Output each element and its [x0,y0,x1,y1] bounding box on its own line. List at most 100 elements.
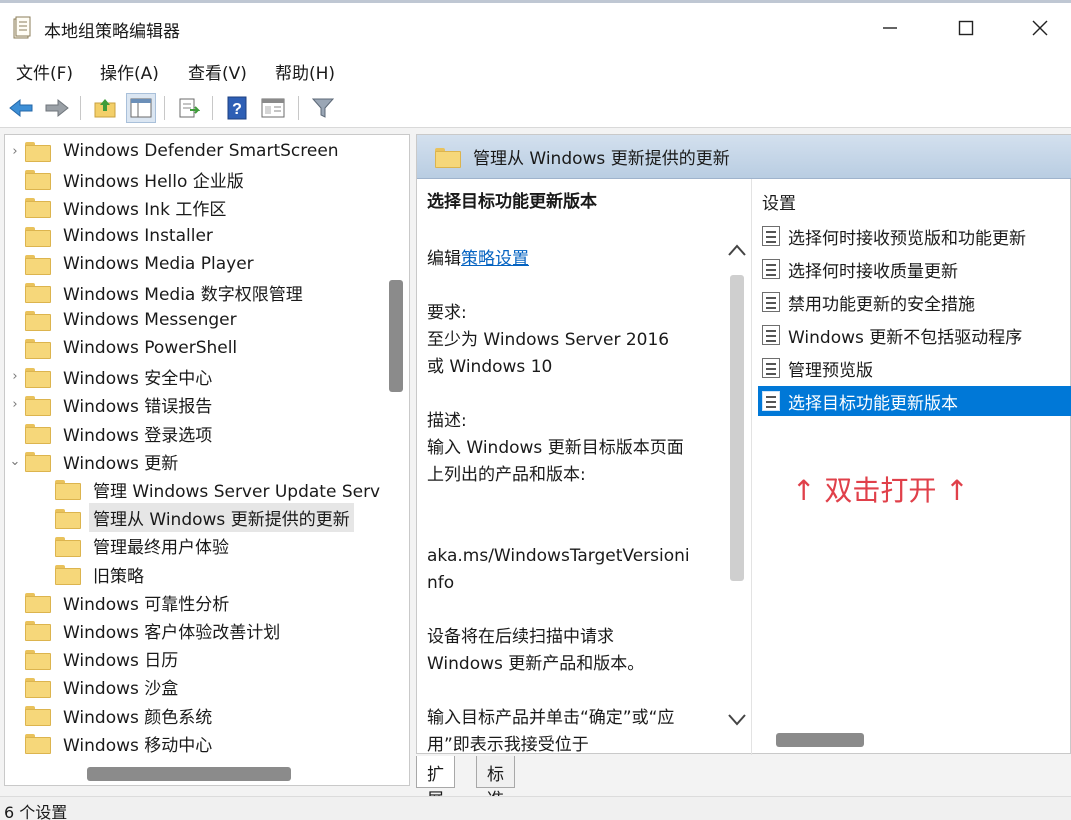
properties-icon [261,98,285,118]
tree-item[interactable]: Windows Installer [5,222,217,250]
tree-item[interactable]: Windows Media 数字权限管理 [5,278,307,306]
setting-item[interactable]: 选择何时接收质量更新 [758,254,1071,284]
forward-button[interactable] [42,93,72,123]
requirement-label: 要求: [427,303,467,323]
tree-item[interactable]: 管理最终用户体验 [35,532,233,560]
menu-action[interactable]: 操作(A) [100,59,159,84]
tree-horizontal-scrollbar[interactable] [87,767,291,781]
policy-settings-link[interactable]: 策略设置 [461,249,529,269]
policy-title: 选择目标功能更新版本 [427,192,597,212]
setting-item[interactable]: 管理预览版 [758,353,1071,383]
tree-expand-chevron-icon[interactable]: › [5,369,25,384]
help-icon: ? [227,96,247,120]
tree-item-label: Windows Messenger [63,310,237,331]
tree-item[interactable]: Windows 颜色系统 [5,701,216,729]
maximize-button[interactable] [946,13,986,43]
tree-item[interactable]: 旧策略 [35,560,148,588]
description-scroll-thumb[interactable] [730,275,744,581]
close-icon [1032,20,1048,36]
tree-item-label: Windows 更新 [63,453,179,474]
tree-item[interactable]: Windows Ink 工作区 [5,193,230,221]
description-text: 输入目标产品并单击“确定”或“应 [427,708,675,728]
folder-icon [25,142,51,162]
menu-view[interactable]: 查看(V) [188,59,247,84]
folder-icon [25,677,51,698]
folder-icon [25,283,51,303]
setting-item[interactable]: 选择何时接收预览版和功能更新 [758,221,1071,251]
folder-icon [25,339,51,360]
scroll-up-icon[interactable] [727,243,747,257]
tree-expand-chevron-icon[interactable]: › [5,397,25,412]
filter-button[interactable] [308,93,338,123]
tree-item[interactable]: 管理 Windows Server Update Serv [35,475,384,503]
tree-vertical-scrollbar[interactable] [389,280,403,392]
tree-item[interactable]: Windows PowerShell [5,334,241,362]
tree-item[interactable]: › Windows Defender SmartScreen [5,137,343,165]
settings-list-pane: 设置 选择何时接收预览版和功能更新 选择何时接收质量更新禁用功能更新的安全措施 Wi… [751,179,1071,755]
menu-file[interactable]: 文件(F) [16,59,73,84]
tree-item-label: 管理最终用户体验 [93,538,229,559]
status-bar: 6 个设置 [0,796,1071,820]
help-button[interactable]: ? [222,93,252,123]
minimize-icon [883,27,897,29]
folder-icon [25,649,51,670]
tree-item[interactable]: Windows 沙盒 [5,673,182,701]
setting-item-label: Windows 更新不包括驱动程序 [788,327,1023,348]
export-list-button[interactable] [174,93,204,123]
tree-item-label: Windows 日历 [63,651,179,672]
policy-setting-icon [762,226,780,246]
tree-item[interactable]: Windows Messenger [5,306,241,334]
tree-item-label: Windows PowerShell [63,338,238,359]
setting-item-label: 选择目标功能更新版本 [788,393,958,414]
folder-icon [25,452,51,473]
properties-button[interactable] [258,93,288,123]
setting-item[interactable]: Windows 更新不包括驱动程序 [758,320,1071,350]
tree-expand-chevron-icon[interactable]: ⌄ [5,454,25,469]
tab-standard[interactable]: 标准 [476,756,515,810]
tree-item[interactable]: Windows Hello 企业版 [5,165,248,193]
tree-item-label: Windows Hello 企业版 [63,171,244,192]
setting-item[interactable]: 选择目标功能更新版本 [758,386,1071,416]
policy-setting-icon [762,325,780,345]
tree-item[interactable]: Windows 可靠性分析 [5,588,233,616]
requirement-line: 或 Windows 10 [427,357,553,377]
tree-item[interactable]: Windows 移动中心 [5,729,216,757]
toolbar: ? [0,88,1071,128]
tree-item[interactable]: › Windows 安全中心 [5,363,216,391]
up-folder-icon [94,99,116,118]
tree-item[interactable]: Windows 客户体验改善计划 [5,616,284,644]
svg-text:?: ? [232,101,242,118]
description-scrollbar[interactable] [723,235,747,735]
close-button[interactable] [1020,13,1060,43]
tree-item[interactable]: Windows Media Player [5,250,258,278]
policy-setting-icon [762,292,780,312]
tree-item-label: Windows 安全中心 [63,369,213,390]
menu-help[interactable]: 帮助(H) [275,59,335,84]
tab-extended[interactable]: 扩展 [416,756,455,810]
tree-item[interactable]: ⌄ Windows 更新 [5,447,182,475]
description-text: 上列出的产品和版本: [427,465,586,485]
tree-pane[interactable]: › Windows Defender SmartScreen Windows Hel… [4,134,410,786]
description-text: 用”即表示我接受位于 [427,735,589,755]
show-hide-tree-icon [130,98,152,118]
tree-item[interactable]: 管理从 Windows 更新提供的更新 [35,503,354,533]
menu-bar: 文件(F) 操作(A) 查看(V) 帮助(H) [0,52,1071,88]
tree-item-label: Windows 错误报告 [63,397,213,418]
up-folder-button[interactable] [90,93,120,123]
tree-expand-chevron-icon[interactable]: › [5,144,25,159]
scroll-down-icon[interactable] [727,713,747,727]
tree-item-label: Windows Media 数字权限管理 [63,284,303,305]
tree-item-label: Windows 可靠性分析 [63,594,230,615]
tree-item[interactable]: Windows 登录选项 [5,419,216,447]
setting-item-label: 禁用功能更新的安全措施 [788,294,975,315]
toolbar-separator [80,96,81,120]
settings-horizontal-scrollbar[interactable] [776,733,864,747]
back-button[interactable] [6,93,36,123]
tree-item[interactable]: › Windows 错误报告 [5,391,216,419]
show-hide-tree-button[interactable] [126,93,156,123]
settings-column-header[interactable]: 设置 [762,189,796,214]
setting-item[interactable]: 禁用功能更新的安全措施 [758,287,1071,317]
folder-icon [25,734,51,755]
minimize-button[interactable] [870,13,910,43]
tree-item[interactable]: Windows 日历 [5,645,182,673]
